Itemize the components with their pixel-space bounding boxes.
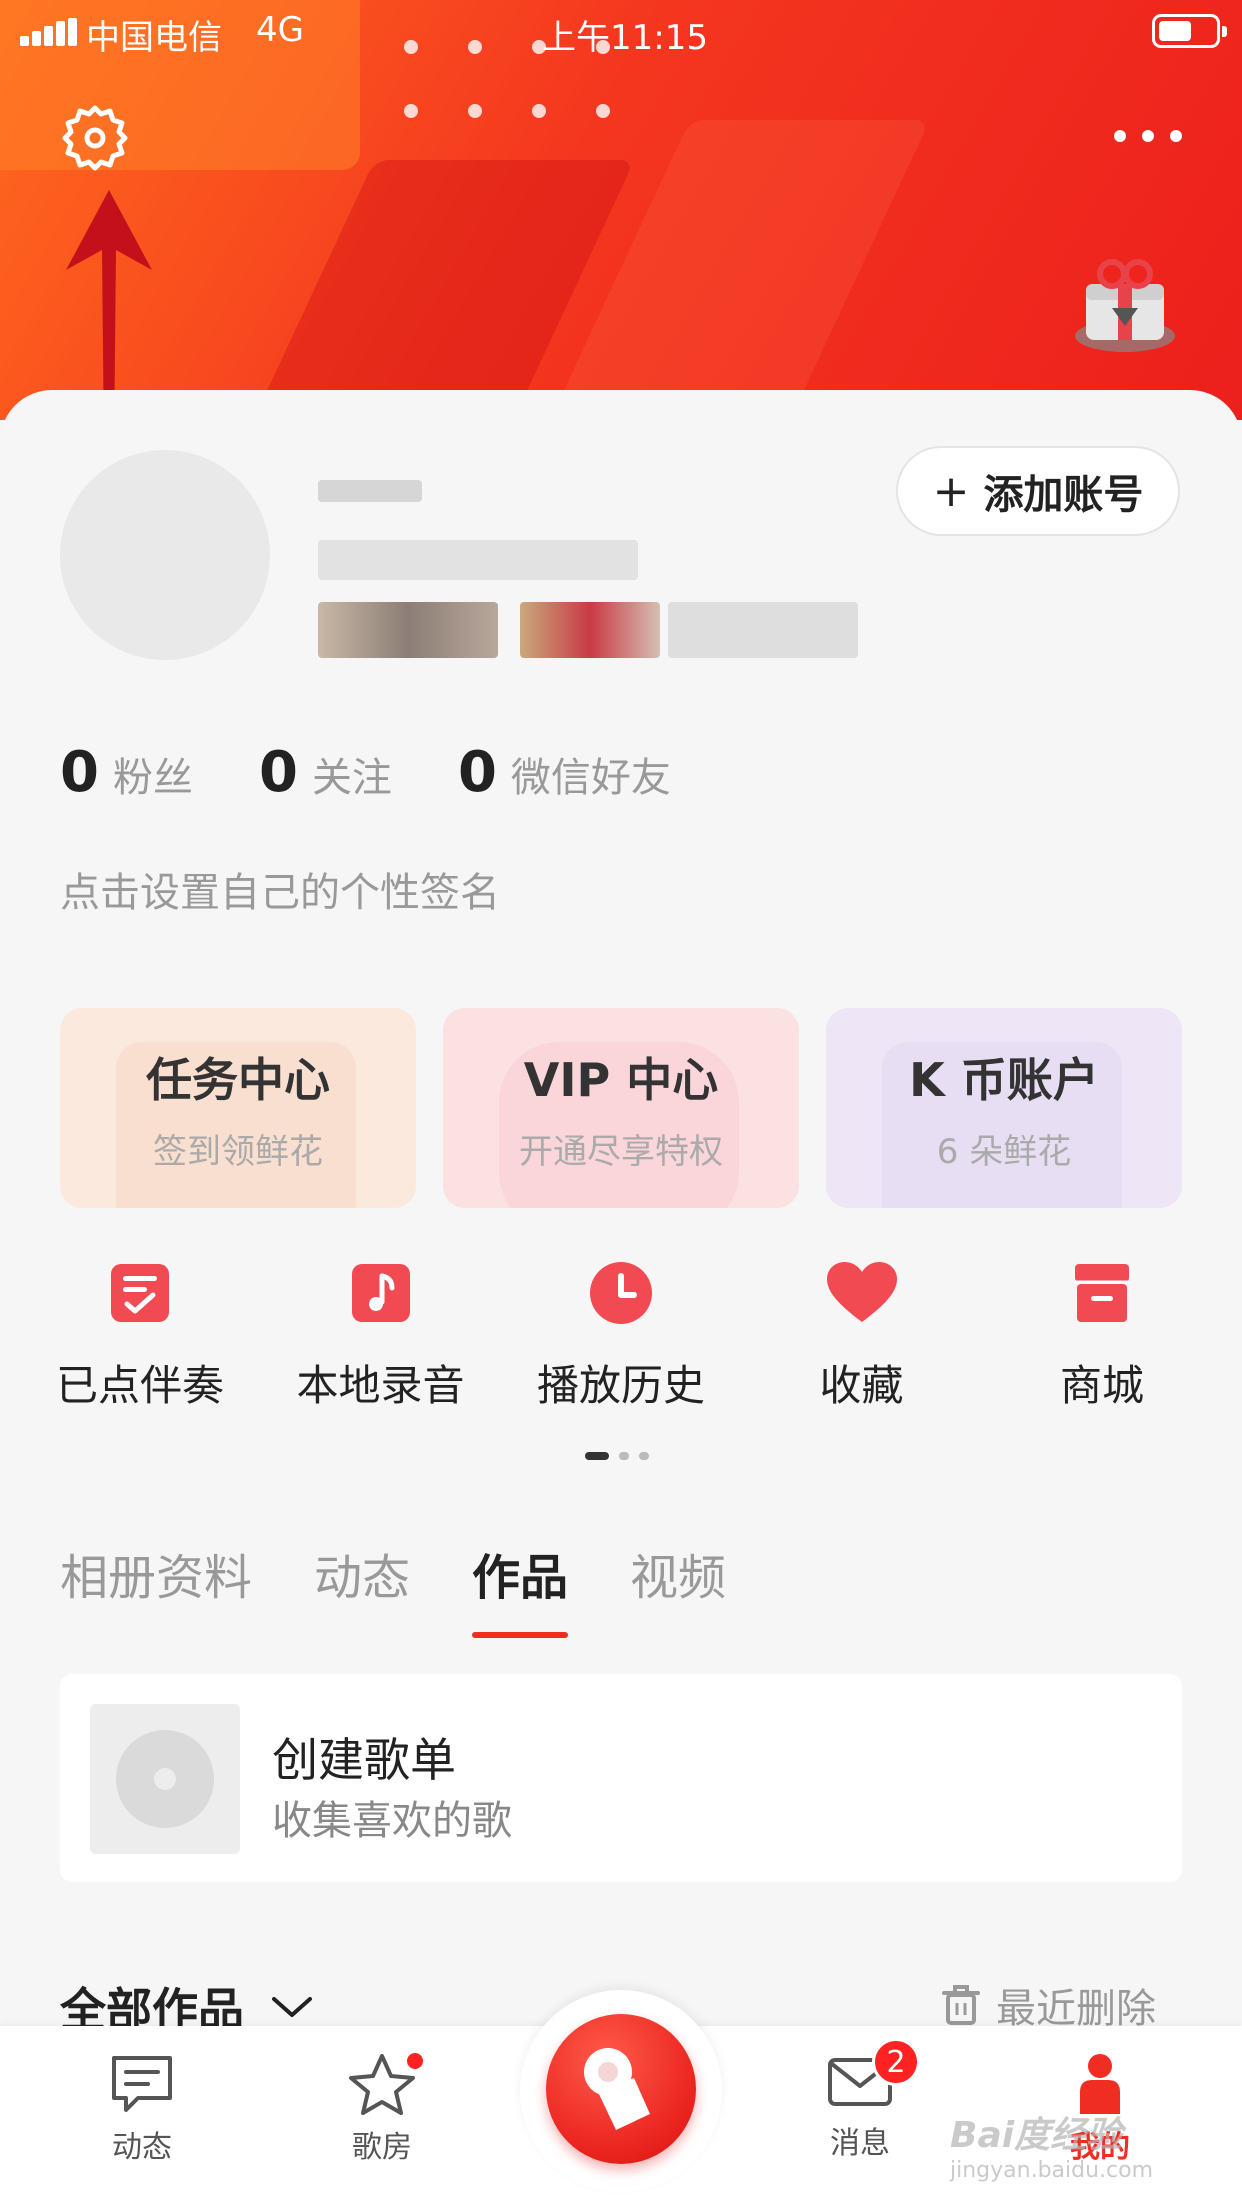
quick-action-play-history[interactable]: 播放历史	[511, 1256, 731, 1413]
more-dots-icon	[1114, 130, 1182, 142]
trash-icon	[942, 1985, 980, 2025]
tabbar-item-song-room[interactable]: 歌房	[312, 2050, 452, 2166]
microphone-icon	[584, 2048, 650, 2130]
vip-center-card[interactable]: VIP 中心 开通尽享特权	[443, 1008, 799, 1208]
tabbar-label: 歌房	[352, 2130, 412, 2165]
tab-album-info[interactable]: 相册资料	[60, 1538, 252, 1608]
user-tags-redacted	[318, 602, 498, 658]
settings-button[interactable]	[58, 100, 132, 174]
stat-value: 0	[457, 740, 497, 805]
vinyl-disc-icon	[90, 1704, 240, 1854]
quick-action-label: 已点伴奏	[55, 1361, 224, 1410]
quick-action-label: 本地录音	[296, 1361, 465, 1410]
stat-wechat-friends[interactable]: 0 微信好友	[458, 740, 671, 805]
feature-subtitle: 签到领鲜花	[153, 1131, 323, 1172]
stat-value: 0	[258, 740, 298, 805]
user-tags-redacted	[520, 602, 660, 658]
gift-icon	[1075, 259, 1175, 352]
username-redacted	[318, 480, 422, 502]
signal-strength-icon	[20, 18, 77, 46]
tabbar-label: 消息	[830, 2126, 890, 2161]
quick-action-store[interactable]: 商城	[992, 1256, 1212, 1413]
stat-fans[interactable]: 0 粉丝	[60, 740, 193, 805]
feature-title: VIP 中心	[523, 1052, 719, 1107]
feature-cards: 任务中心 签到领鲜花 VIP 中心 开通尽享特权 K 币账户 6 朵鲜花	[60, 1008, 1182, 1208]
k-coin-account-card[interactable]: K 币账户 6 朵鲜花	[826, 1008, 1182, 1208]
gift-box-button[interactable]	[1070, 250, 1180, 360]
checklist-icon	[111, 1264, 169, 1322]
profile-stats: 0 粉丝 0 关注 0 微信好友	[60, 740, 737, 805]
gear-icon	[62, 105, 128, 171]
feature-subtitle: 开通尽享特权	[519, 1131, 723, 1172]
feature-subtitle: 6 朵鲜花	[936, 1131, 1072, 1172]
quick-actions: 已点伴奏 本地录音 播放历史 收藏 商城	[30, 1256, 1212, 1413]
heart-icon	[826, 1262, 897, 1322]
playlist-card-subtitle: 收集喜欢的歌	[272, 1798, 512, 1844]
quick-actions-pager	[585, 1452, 649, 1460]
stat-value: 0	[60, 740, 99, 805]
status-bar: 中国电信 4G 上午11:15	[0, 0, 1242, 64]
tabbar-item-feed[interactable]: 动态	[72, 2052, 212, 2166]
status-time: 上午11:15	[542, 18, 708, 58]
add-account-button[interactable]: + 添加账号	[896, 446, 1180, 536]
create-playlist-card[interactable]: 创建歌单 收集喜欢的歌	[60, 1674, 1182, 1882]
signature-placeholder[interactable]: 点击设置自己的个性签名	[60, 860, 500, 918]
add-account-label: 添加账号	[983, 472, 1144, 518]
user-id-redacted	[318, 540, 638, 580]
network-type: 4G	[256, 10, 304, 50]
sing-button[interactable]	[546, 2014, 696, 2164]
playlist-card-title: 创建歌单	[272, 1733, 456, 1787]
stat-label: 关注	[311, 755, 392, 801]
task-center-card[interactable]: 任务中心 签到领鲜花	[60, 1008, 416, 1208]
tabbar-item-messages[interactable]: 消息 2	[790, 2038, 930, 2162]
tab-videos[interactable]: 视频	[630, 1538, 726, 1608]
carrier-name: 中国电信	[86, 18, 222, 58]
more-options-button[interactable]	[1110, 118, 1186, 154]
watermark-text: Bai度经验	[950, 2115, 1123, 2156]
feed-icon	[112, 2056, 172, 2112]
message-count-badge: 2	[872, 2038, 920, 2086]
battery-icon	[1152, 14, 1227, 48]
quick-action-ordered-accompaniment[interactable]: 已点伴奏	[30, 1256, 250, 1413]
quick-action-label: 收藏	[819, 1361, 904, 1410]
feature-title: K 币账户	[909, 1052, 1099, 1107]
music-note-icon	[351, 1264, 410, 1322]
avatar[interactable]	[60, 450, 270, 660]
watermark-url: jingyan.baidu.com	[950, 2158, 1154, 2183]
clock-icon	[590, 1262, 652, 1324]
watermark: Bai度经验 jingyan.baidu.com	[950, 2106, 1153, 2183]
quick-action-local-recordings[interactable]: 本地录音	[271, 1256, 491, 1413]
tab-works[interactable]: 作品	[472, 1538, 569, 1638]
quick-action-favorites[interactable]: 收藏	[752, 1256, 972, 1413]
feature-title: 任务中心	[146, 1052, 330, 1107]
quick-action-label: 商城	[1059, 1361, 1144, 1410]
store-icon	[1075, 1264, 1129, 1322]
notification-dot	[404, 2050, 426, 2072]
tabbar-label: 动态	[112, 2130, 172, 2165]
quick-action-label: 播放历史	[536, 1361, 705, 1410]
tab-activity[interactable]: 动态	[314, 1538, 410, 1608]
chevron-down-icon	[272, 1997, 312, 2017]
user-tags-redacted	[668, 602, 858, 658]
stat-following[interactable]: 0 关注	[259, 740, 392, 805]
stat-label: 粉丝	[112, 755, 193, 801]
content-tabs: 相册资料 动态 作品 视频	[60, 1538, 788, 1638]
plus-icon: +	[932, 465, 970, 517]
stat-label: 微信好友	[510, 755, 671, 801]
